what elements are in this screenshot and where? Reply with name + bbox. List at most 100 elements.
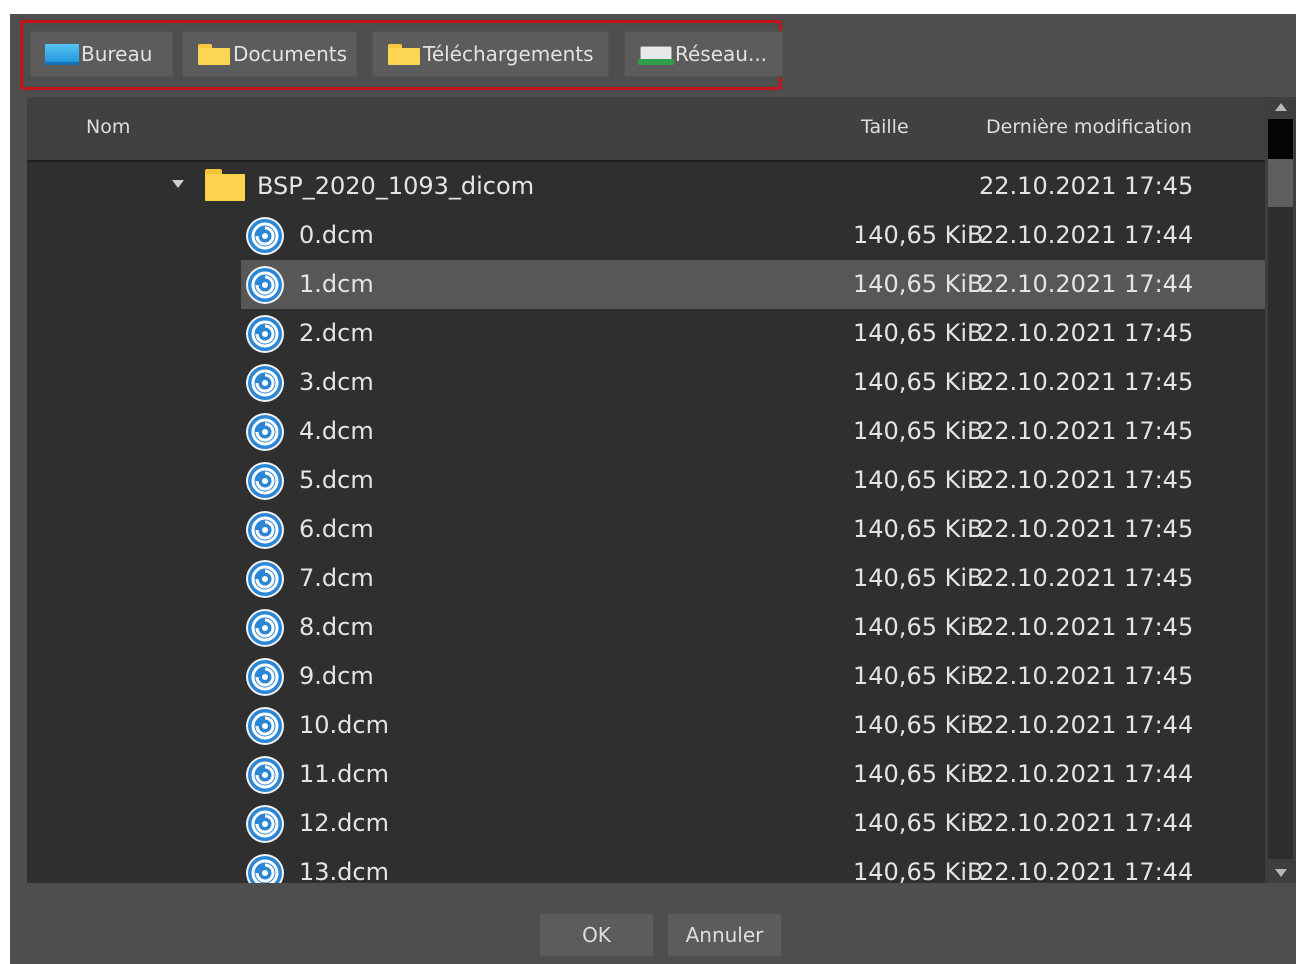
column-header-name[interactable]: Nom xyxy=(86,116,130,138)
file-size: 140,65 KiB xyxy=(853,368,984,396)
dicom-file-icon xyxy=(246,511,284,549)
file-open-dialog: Bureau Documents Téléchargements Réseau.… xyxy=(10,14,1296,964)
quick-access-documents-button[interactable]: Documents xyxy=(182,31,357,77)
folder-icon xyxy=(386,42,422,66)
file-size: 140,65 KiB xyxy=(853,760,984,788)
file-modified: 22.10.2021 17:45 xyxy=(979,515,1194,543)
file-row[interactable]: 12.dcm 140,65 KiB 22.10.2021 17:44 xyxy=(27,799,1265,848)
file-name: 4.dcm xyxy=(299,417,374,445)
file-row[interactable]: 9.dcm 140,65 KiB 22.10.2021 17:45 xyxy=(27,652,1265,701)
scroll-down-arrow-icon[interactable] xyxy=(1275,869,1287,877)
file-name: 12.dcm xyxy=(299,809,389,837)
quick-access-reseau-button[interactable]: Réseau... xyxy=(624,31,783,77)
file-row[interactable]: 0.dcm 140,65 KiB 22.10.2021 17:44 xyxy=(27,211,1265,260)
dicom-file-icon xyxy=(246,462,284,500)
file-name: 10.dcm xyxy=(299,711,389,739)
dicom-file-icon xyxy=(246,854,284,883)
file-name: 0.dcm xyxy=(299,221,374,249)
column-header-modified[interactable]: Dernière modification xyxy=(986,116,1192,138)
scroll-track[interactable] xyxy=(1268,119,1293,859)
dicom-file-icon xyxy=(246,805,284,843)
scroll-thumb[interactable] xyxy=(1268,119,1293,159)
file-modified: 22.10.2021 17:45 xyxy=(979,613,1194,641)
file-name: 1.dcm xyxy=(299,270,374,298)
folder-row[interactable]: BSP_2020_1093_dicom 22.10.2021 17:45 xyxy=(27,162,1265,211)
file-name: 3.dcm xyxy=(299,368,374,396)
dicom-file-icon xyxy=(246,217,284,255)
file-modified: 22.10.2021 17:44 xyxy=(979,858,1194,883)
scroll-thumb-highlight[interactable] xyxy=(1268,159,1293,207)
quick-access-bar: Bureau Documents Téléchargements Réseau.… xyxy=(10,14,1296,96)
file-row[interactable]: 7.dcm 140,65 KiB 22.10.2021 17:45 xyxy=(27,554,1265,603)
file-size: 140,65 KiB xyxy=(853,515,984,543)
dicom-file-icon xyxy=(246,413,284,451)
file-modified: 22.10.2021 17:44 xyxy=(979,221,1194,249)
file-modified: 22.10.2021 17:44 xyxy=(979,760,1194,788)
file-row[interactable]: 2.dcm 140,65 KiB 22.10.2021 17:45 xyxy=(27,309,1265,358)
cancel-button[interactable]: Annuler xyxy=(668,914,781,956)
file-size: 140,65 KiB xyxy=(853,221,984,249)
scroll-up-arrow-icon[interactable] xyxy=(1275,103,1287,111)
file-size: 140,65 KiB xyxy=(853,564,984,592)
dicom-file-icon xyxy=(246,266,284,304)
file-row[interactable]: 11.dcm 140,65 KiB 22.10.2021 17:44 xyxy=(27,750,1265,799)
file-row[interactable]: 3.dcm 140,65 KiB 22.10.2021 17:45 xyxy=(27,358,1265,407)
file-name: 5.dcm xyxy=(299,466,374,494)
file-row[interactable]: 10.dcm 140,65 KiB 22.10.2021 17:44 xyxy=(27,701,1265,750)
file-name: 8.dcm xyxy=(299,613,374,641)
file-list[interactable]: Nom Taille Dernière modification BSP_202… xyxy=(27,97,1296,883)
column-header-size[interactable]: Taille xyxy=(861,116,909,138)
file-size: 140,65 KiB xyxy=(853,613,984,641)
file-row[interactable]: 6.dcm 140,65 KiB 22.10.2021 17:45 xyxy=(27,505,1265,554)
dicom-file-icon xyxy=(246,560,284,598)
dicom-file-icon xyxy=(246,609,284,647)
file-name: 13.dcm xyxy=(299,858,389,883)
file-row[interactable]: 13.dcm 140,65 KiB 22.10.2021 17:44 xyxy=(27,848,1265,883)
file-modified: 22.10.2021 17:45 xyxy=(979,368,1194,396)
dicom-file-icon xyxy=(246,707,284,745)
desktop-icon xyxy=(44,42,80,66)
vertical-scrollbar[interactable] xyxy=(1265,97,1296,883)
file-name: 6.dcm xyxy=(299,515,374,543)
file-size: 140,65 KiB xyxy=(853,858,984,883)
dicom-file-icon xyxy=(246,364,284,402)
file-modified: 22.10.2021 17:45 xyxy=(979,564,1194,592)
dicom-file-icon xyxy=(246,315,284,353)
dicom-file-icon xyxy=(246,756,284,794)
file-size: 140,65 KiB xyxy=(853,662,984,690)
quick-access-label: Bureau xyxy=(81,42,153,66)
quick-access-bureau-button[interactable]: Bureau xyxy=(30,31,173,77)
file-modified: 22.10.2021 17:44 xyxy=(979,809,1194,837)
folder-icon xyxy=(196,42,232,66)
folder-name: BSP_2020_1093_dicom xyxy=(257,172,535,200)
file-row[interactable]: 8.dcm 140,65 KiB 22.10.2021 17:45 xyxy=(27,603,1265,652)
file-row[interactable]: 5.dcm 140,65 KiB 22.10.2021 17:45 xyxy=(27,456,1265,505)
file-size: 140,65 KiB xyxy=(853,809,984,837)
folder-icon xyxy=(205,169,245,201)
dicom-file-icon xyxy=(246,658,284,696)
network-icon xyxy=(638,42,674,66)
file-modified: 22.10.2021 17:45 xyxy=(979,662,1194,690)
quick-access-telechargements-button[interactable]: Téléchargements xyxy=(372,31,609,77)
quick-access-label: Réseau... xyxy=(675,42,768,66)
file-modified: 22.10.2021 17:44 xyxy=(979,270,1194,298)
file-row[interactable]: 1.dcm 140,65 KiB 22.10.2021 17:44 xyxy=(27,260,1265,309)
file-name: 7.dcm xyxy=(299,564,374,592)
file-size: 140,65 KiB xyxy=(853,319,984,347)
file-name: 9.dcm xyxy=(299,662,374,690)
ok-button[interactable]: OK xyxy=(540,914,653,956)
expand-arrow-icon[interactable] xyxy=(172,180,184,188)
file-list-header: Nom Taille Dernière modification xyxy=(27,97,1265,162)
quick-access-label: Documents xyxy=(233,42,348,66)
file-modified: 22.10.2021 17:45 xyxy=(979,417,1194,445)
file-modified: 22.10.2021 17:45 xyxy=(979,466,1194,494)
file-name: 2.dcm xyxy=(299,319,374,347)
file-size: 140,65 KiB xyxy=(853,270,984,298)
file-modified: 22.10.2021 17:45 xyxy=(979,319,1194,347)
file-name: 11.dcm xyxy=(299,760,389,788)
folder-modified: 22.10.2021 17:45 xyxy=(979,172,1194,200)
file-size: 140,65 KiB xyxy=(853,417,984,445)
quick-access-label: Téléchargements xyxy=(423,42,594,66)
file-row[interactable]: 4.dcm 140,65 KiB 22.10.2021 17:45 xyxy=(27,407,1265,456)
file-rows: BSP_2020_1093_dicom 22.10.2021 17:45 0.d… xyxy=(27,162,1265,883)
